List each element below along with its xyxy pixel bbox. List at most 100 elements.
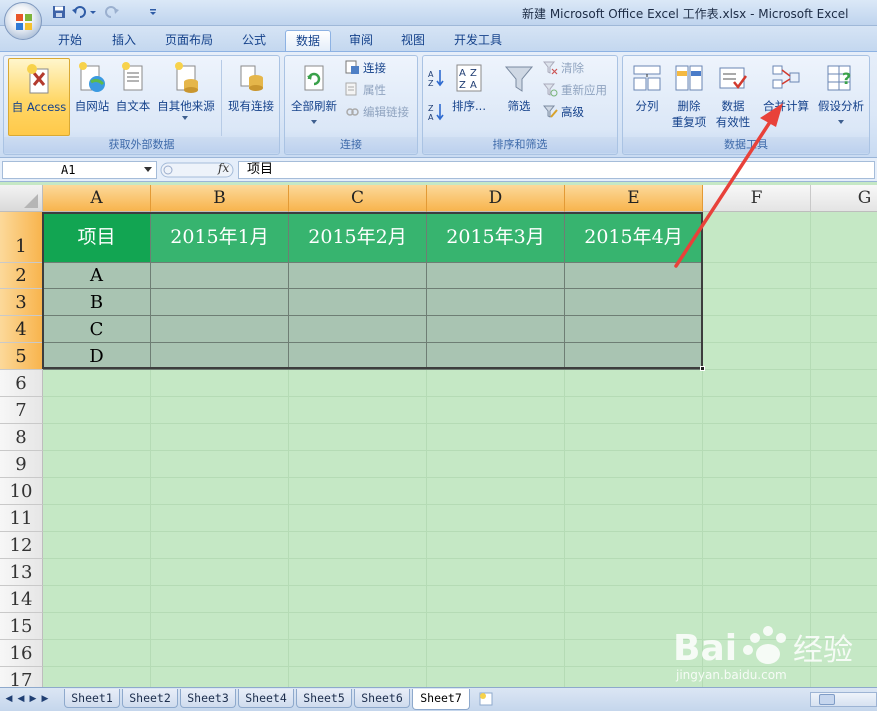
fill-handle[interactable] (700, 366, 705, 371)
from-text-button[interactable]: 自文本 (112, 58, 154, 136)
tab-data[interactable]: 数据 (285, 30, 331, 52)
cell-c5[interactable] (289, 343, 427, 370)
row-header-14[interactable]: 14 (0, 586, 43, 613)
from-other-sources-button[interactable]: 自其他来源 (154, 58, 218, 136)
redo-icon[interactable] (105, 5, 119, 19)
column-header-d[interactable]: D (427, 185, 565, 212)
remove-duplicates-button[interactable]: 删除 重复项 (669, 58, 709, 136)
cell-a2[interactable]: A (43, 263, 151, 289)
cell-a1[interactable]: 项目 (43, 212, 151, 263)
data-validation-button[interactable]: 数据 有效性 (711, 58, 755, 136)
consolidate-button[interactable]: 合并计算 (759, 58, 813, 136)
customize-toolbar-icon[interactable] (148, 5, 158, 19)
cell-b5[interactable] (151, 343, 289, 370)
sheet-tab-sheet6[interactable]: Sheet6 (354, 689, 410, 708)
row-header-11[interactable]: 11 (0, 505, 43, 532)
cell-e1[interactable]: 2015年4月 (565, 212, 703, 263)
cell-d2[interactable] (427, 263, 565, 289)
office-button[interactable] (4, 2, 42, 40)
from-web-button[interactable]: 自网站 (72, 58, 112, 136)
row-header-6[interactable]: 6 (0, 370, 43, 397)
cell-c4[interactable] (289, 316, 427, 343)
row-header-3[interactable]: 3 (0, 289, 43, 316)
sheet-tab-sheet2[interactable]: Sheet2 (122, 689, 178, 708)
sort-descending-button[interactable]: ZA (427, 102, 445, 122)
column-header-e[interactable]: E (565, 185, 703, 212)
properties-button[interactable]: 属性 (345, 80, 386, 100)
worksheet-grid[interactable]: A B C D E F G 1 2 3 4 5 6 7 8 9 10 11 12 13 14 15 16 17 … (0, 182, 877, 687)
save-icon[interactable] (52, 5, 66, 19)
cell-c1[interactable]: 2015年2月 (289, 212, 427, 263)
next-sheet-icon[interactable]: ▶ (28, 693, 38, 705)
sheet-tab-sheet1[interactable]: Sheet1 (64, 689, 120, 708)
tab-home[interactable]: 开始 (50, 30, 90, 52)
edit-links-button[interactable]: 编辑链接 (345, 102, 409, 122)
column-header-b[interactable]: B (151, 185, 289, 212)
row-header-10[interactable]: 10 (0, 478, 43, 505)
connections-button[interactable]: 连接 (345, 58, 386, 78)
reapply-button[interactable]: 重新应用 (543, 80, 607, 100)
row-header-16[interactable]: 16 (0, 640, 43, 667)
scrollbar-thumb[interactable] (819, 694, 835, 705)
sort-button[interactable]: AZ ZA 排序... (449, 58, 489, 136)
cell-a5[interactable]: D (43, 343, 151, 370)
row-header-2[interactable]: 2 (0, 263, 43, 289)
row-header-13[interactable]: 13 (0, 559, 43, 586)
tab-developer[interactable]: 开发工具 (446, 30, 510, 52)
cell-e2[interactable] (565, 263, 703, 289)
cell-d4[interactable] (427, 316, 565, 343)
sheet-tab-sheet4[interactable]: Sheet4 (238, 689, 294, 708)
cell-b1[interactable]: 2015年1月 (151, 212, 289, 263)
tab-view[interactable]: 视图 (393, 30, 433, 52)
refresh-all-button[interactable]: 全部刷新 (287, 58, 341, 136)
cell-c3[interactable] (289, 289, 427, 316)
name-box[interactable]: A1 (2, 161, 157, 179)
cell-b2[interactable] (151, 263, 289, 289)
cell-b4[interactable] (151, 316, 289, 343)
cell-e4[interactable] (565, 316, 703, 343)
sheet-tab-sheet5[interactable]: Sheet5 (296, 689, 352, 708)
name-box-dropdown-icon[interactable] (144, 167, 152, 172)
advanced-filter-button[interactable]: 高级 (543, 102, 584, 122)
cell-e3[interactable] (565, 289, 703, 316)
insert-worksheet-icon[interactable] (476, 691, 498, 707)
row-header-17[interactable]: 17 (0, 667, 43, 687)
formula-input[interactable]: 项目 (238, 161, 875, 179)
row-header-5[interactable]: 5 (0, 343, 43, 370)
column-header-a[interactable]: A (43, 185, 151, 212)
cell-e5[interactable] (565, 343, 703, 370)
column-header-f[interactable]: F (703, 185, 811, 212)
clear-button[interactable]: 清除 (543, 58, 584, 78)
cell-d3[interactable] (427, 289, 565, 316)
cell-c2[interactable] (289, 263, 427, 289)
existing-connections-button[interactable]: 现有连接 (224, 58, 278, 136)
last-sheet-icon[interactable]: ▶ (40, 693, 50, 705)
sheet-tab-sheet3[interactable]: Sheet3 (180, 689, 236, 708)
undo-icon[interactable] (72, 5, 86, 19)
sort-ascending-button[interactable]: AZ (427, 68, 445, 88)
tab-insert[interactable]: 插入 (104, 30, 144, 52)
undo-dropdown-icon[interactable] (88, 5, 98, 19)
row-header-4[interactable]: 4 (0, 316, 43, 343)
column-header-c[interactable]: C (289, 185, 427, 212)
horizontal-scrollbar[interactable] (810, 692, 877, 707)
insert-function-button[interactable]: fx (218, 161, 229, 175)
row-header-1[interactable]: 1 (0, 212, 43, 263)
cell-a4[interactable]: C (43, 316, 151, 343)
row-header-9[interactable]: 9 (0, 451, 43, 478)
cell-d5[interactable] (427, 343, 565, 370)
sheet-tab-sheet7[interactable]: Sheet7 (412, 689, 470, 710)
filter-button[interactable]: 筛选 (499, 58, 539, 136)
text-to-columns-button[interactable]: 分列 (627, 58, 667, 136)
cell-d1[interactable]: 2015年3月 (427, 212, 565, 263)
row-header-8[interactable]: 8 (0, 424, 43, 451)
row-header-12[interactable]: 12 (0, 532, 43, 559)
first-sheet-icon[interactable]: ◀ (4, 693, 14, 705)
what-if-analysis-button[interactable]: ? 假设分析 (815, 58, 867, 136)
select-all-corner[interactable] (0, 185, 43, 212)
tab-formulas[interactable]: 公式 (234, 30, 274, 52)
row-header-7[interactable]: 7 (0, 397, 43, 424)
column-header-g[interactable]: G (811, 185, 877, 212)
cell-b3[interactable] (151, 289, 289, 316)
tab-review[interactable]: 审阅 (341, 30, 381, 52)
